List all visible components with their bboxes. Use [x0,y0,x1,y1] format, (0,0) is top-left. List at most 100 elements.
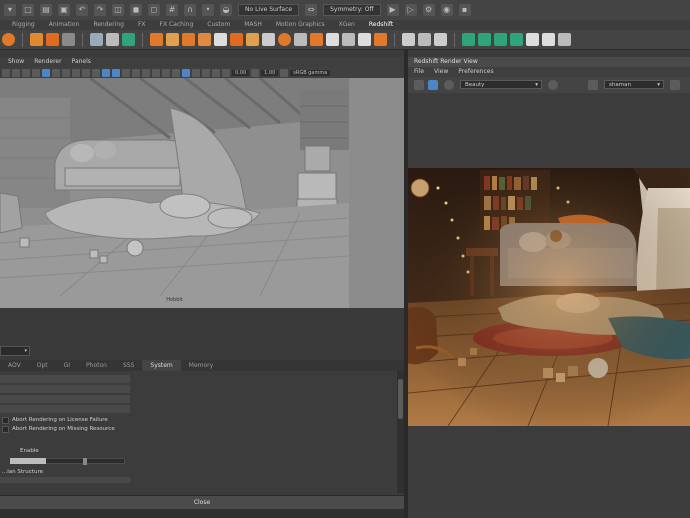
aov-dropdown[interactable]: shaman ▾ [604,80,664,89]
settings-section-bar[interactable] [0,385,130,393]
settings-section-bar[interactable] [0,375,130,383]
motion-blur-icon[interactable] [162,68,170,77]
tab-gi[interactable]: GI [56,360,78,371]
pass-icon[interactable] [494,33,507,46]
camera-select-icon[interactable] [2,68,10,77]
shelf-tab[interactable]: FX [138,20,146,30]
render-view-menu-view[interactable]: View [434,67,448,77]
grid-icon[interactable] [294,33,307,46]
ipr-render-icon[interactable]: ▷ [404,4,417,16]
symmetry-field[interactable]: Symmetry: Off [323,4,381,16]
render-icon[interactable]: ▶ [386,4,399,16]
wire-icon[interactable] [342,33,355,46]
xray-joints-icon[interactable] [202,68,210,77]
symmetry-icon[interactable]: ⇔ [305,4,318,16]
proxy-icon[interactable] [214,33,227,46]
image-plane-icon[interactable] [32,68,40,77]
exposure-icon[interactable] [222,68,230,77]
crop-region-icon[interactable] [588,80,598,90]
wireframe-icon[interactable] [102,68,110,77]
area-light-icon[interactable] [106,33,119,46]
shelf-tab[interactable]: Custom [207,20,230,30]
bookmark-icon[interactable] [22,68,30,77]
dice-icon[interactable] [526,33,539,46]
gate-mask-icon[interactable] [72,68,80,77]
select-component-icon[interactable]: ◻ [148,4,160,16]
book-icon[interactable] [418,33,431,46]
resolution-gate-icon[interactable] [62,68,70,77]
hair-icon[interactable] [230,33,243,46]
snap-curve-icon[interactable]: ∩ [184,4,196,16]
backface-icon[interactable] [212,68,220,77]
redo-icon[interactable]: ↷ [94,4,106,16]
undo-icon[interactable]: ↶ [76,4,88,16]
isolate-icon[interactable] [182,68,190,77]
tab-sss[interactable]: SSS [115,360,142,371]
render-icon[interactable] [326,33,339,46]
render-settings-scrollbar[interactable] [397,371,404,493]
render-view-menu-preferences[interactable]: Preferences [458,67,493,77]
dome-light-icon[interactable] [122,33,135,46]
menu-set-icon[interactable]: ▾ [4,4,16,16]
scene-icon[interactable] [462,33,475,46]
close-x-icon[interactable] [358,33,371,46]
shelf-tab[interactable]: Rigging [12,20,35,30]
shelf-tab[interactable]: Animation [49,20,80,30]
snap-surface-icon[interactable]: ◒ [220,4,232,16]
gamma-icon[interactable] [251,68,260,77]
viewport-3d[interactable] [0,78,349,296]
xray-icon[interactable] [192,68,200,77]
layer-icon[interactable] [478,33,491,46]
visibility-icon[interactable] [262,33,275,46]
shader-icon[interactable] [182,33,195,46]
abort-license-checkbox[interactable] [2,417,9,424]
tab-photon[interactable]: Photon [78,360,115,371]
transform-icon[interactable] [62,33,75,46]
object-icon[interactable] [510,33,523,46]
shelf-tab[interactable]: FX Caching [160,20,194,30]
live-surface-field[interactable]: No Live Surface [238,4,300,16]
export-icon[interactable] [558,33,571,46]
settings-section-bar[interactable] [0,405,130,413]
hypershade-icon[interactable]: ◉ [440,4,453,16]
sphere-icon[interactable] [278,33,291,46]
feedback-icon[interactable] [374,33,387,46]
ao-icon[interactable] [152,68,160,77]
refresh-icon[interactable] [444,80,454,90]
settings-section-bar[interactable] [0,395,130,403]
tab-memory[interactable]: Memory [181,360,221,371]
smooth-shade-icon[interactable] [112,68,120,77]
aov-icon[interactable] [246,33,259,46]
camera-icon[interactable]: ▪ [458,4,471,16]
volume-icon[interactable] [198,33,211,46]
aa-icon[interactable] [172,68,180,77]
safe-action-icon[interactable] [92,68,100,77]
camera-dropdown[interactable]: Beauty ▾ [460,80,542,89]
abort-missing-checkbox[interactable] [2,426,9,433]
tab-aov[interactable]: AOV [0,360,29,371]
camera-lock-icon[interactable] [12,68,20,77]
shelf-tab[interactable]: XGen [339,20,355,30]
tab-system[interactable]: System [142,360,181,371]
setting-value-field[interactable] [10,458,46,464]
film-gate-icon[interactable] [52,68,60,77]
shelf-tab-redshift[interactable]: Redshift [369,20,393,30]
light-icon[interactable] [90,33,103,46]
exposure-value[interactable]: 0.00 [232,69,250,76]
render-settings-icon[interactable]: ⚙ [422,4,435,16]
lighting-icon[interactable] [132,68,140,77]
select-object-icon[interactable]: ◼ [130,4,142,16]
render-image[interactable] [408,168,690,426]
gamma-value[interactable]: 1.00 [261,69,279,76]
settings-icon[interactable] [670,80,680,90]
viewport-menu-show[interactable]: Show [8,57,24,67]
tab-opt[interactable]: Opt [29,360,56,371]
pencil-icon[interactable] [402,33,415,46]
ipr-icon[interactable] [428,80,438,90]
texture-icon[interactable] [166,33,179,46]
move-tool-icon[interactable] [30,33,43,46]
grid-toggle-icon[interactable] [42,68,50,77]
save-scene-icon[interactable]: ▣ [58,4,70,16]
renderer-dropdown[interactable]: ▾ [0,346,30,356]
tag-icon[interactable] [434,33,447,46]
